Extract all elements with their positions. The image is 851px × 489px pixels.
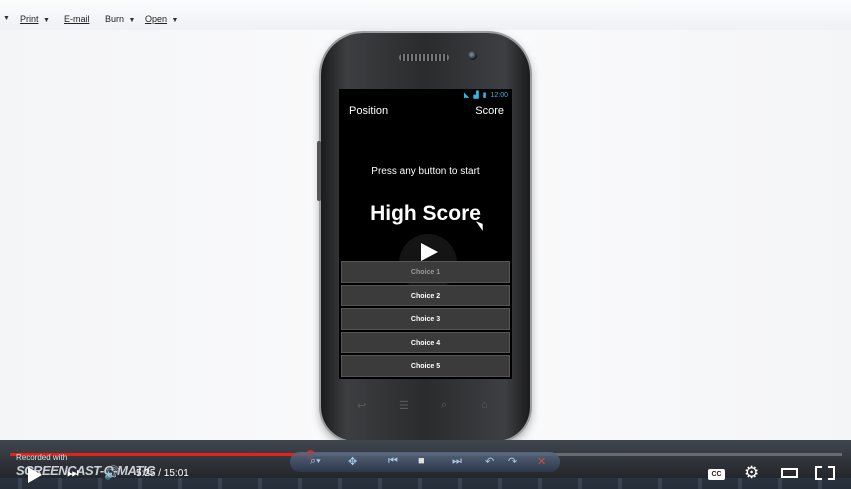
toolbar-dropdown-arrow[interactable]: ▼ <box>3 13 10 25</box>
open-label: Open <box>145 14 168 24</box>
wifi-icon: ◣ <box>463 92 470 99</box>
phone-speaker-grille <box>399 54 449 61</box>
settings-gear-icon[interactable]: ⚙ <box>744 463 759 483</box>
play-icon[interactable] <box>421 243 438 261</box>
choice-button-1[interactable]: Choice 1 <box>341 261 510 283</box>
signal-icon: ▟ <box>473 92 479 99</box>
recorded-with-label: Recorded with <box>16 453 68 462</box>
fullscreen-button[interactable] <box>815 466 835 480</box>
home-icon[interactable]: ⌂ <box>481 399 488 411</box>
recorder-toolbar: ⌕▾ ✥ ⏮ ■ ⏭ ↶ ↷ ✕ <box>290 452 560 472</box>
back-icon[interactable]: ↩ <box>357 399 366 412</box>
pause-icon[interactable]: ■ <box>418 455 425 467</box>
redo-icon[interactable]: ↷ <box>508 455 517 468</box>
battery-icon: ▮ <box>482 92 487 99</box>
email-label: E-mail <box>64 14 90 24</box>
volume-icon[interactable]: 🔊 <box>104 465 120 481</box>
start-message: Press any button to start <box>371 166 480 177</box>
zoom-icon[interactable]: ⌕▾ <box>310 455 321 468</box>
chevron-down-icon: ▼ <box>169 17 179 24</box>
open-menu[interactable]: Open ▼ <box>145 13 178 25</box>
phone-screen: ◣ ▟ ▮ 12:00 Position Score Press any but… <box>339 89 512 379</box>
cursor-highlight-icon[interactable]: ✥ <box>348 455 357 468</box>
phone-camera-icon <box>468 51 477 60</box>
play-button[interactable] <box>28 467 42 483</box>
high-score-title[interactable]: High Score <box>339 202 512 226</box>
search-icon[interactable]: ⌕ <box>441 399 447 412</box>
phone-nav-bar: ↩ ☰ ⌕ ⌂ <box>351 399 501 413</box>
android-phone-mockup: ◣ ▟ ▮ 12:00 Position Score Press any but… <box>317 33 530 441</box>
next-button[interactable]: ⏭ <box>67 465 79 481</box>
app-toolbar: ▼ Print ▼ E-mail Burn ▼ Open ▼ <box>0 0 851 31</box>
chevron-down-icon: ▼ <box>41 17 50 24</box>
time-display: 5:25 / 15:01 <box>136 468 189 479</box>
print-menu[interactable]: Print ▼ <box>20 13 50 25</box>
theater-mode-button[interactable] <box>781 468 798 478</box>
choice-button-5[interactable]: Choice 5 <box>341 355 510 377</box>
score-label: Score <box>475 105 504 117</box>
choice-button-3[interactable]: Choice 3 <box>341 308 510 330</box>
captions-button[interactable]: CC <box>708 469 725 480</box>
burn-label: Burn <box>105 14 125 24</box>
burn-menu[interactable]: Burn ▼ <box>105 13 135 25</box>
choice-button-2[interactable]: Choice 2 <box>341 284 510 306</box>
menu-icon[interactable]: ☰ <box>399 399 409 412</box>
phone-side-button <box>317 141 321 201</box>
print-label: Print <box>20 14 39 24</box>
status-bar: ◣ ▟ ▮ 12:00 <box>464 91 508 99</box>
choice-button-4[interactable]: Choice 4 <box>341 331 510 353</box>
email-button[interactable]: E-mail <box>64 13 90 25</box>
skip-forward-icon[interactable]: ⏭ <box>452 455 462 468</box>
undo-icon[interactable]: ↶ <box>485 455 494 468</box>
close-icon[interactable]: ✕ <box>537 455 546 468</box>
position-label: Position <box>349 105 389 117</box>
chevron-down-icon: ▼ <box>126 17 136 24</box>
status-time: 12:00 <box>490 92 508 99</box>
skip-back-icon[interactable]: ⏮ <box>388 455 398 468</box>
choice-list: Choice 1 Choice 2 Choice 3 Choice 4 Choi… <box>341 261 510 379</box>
